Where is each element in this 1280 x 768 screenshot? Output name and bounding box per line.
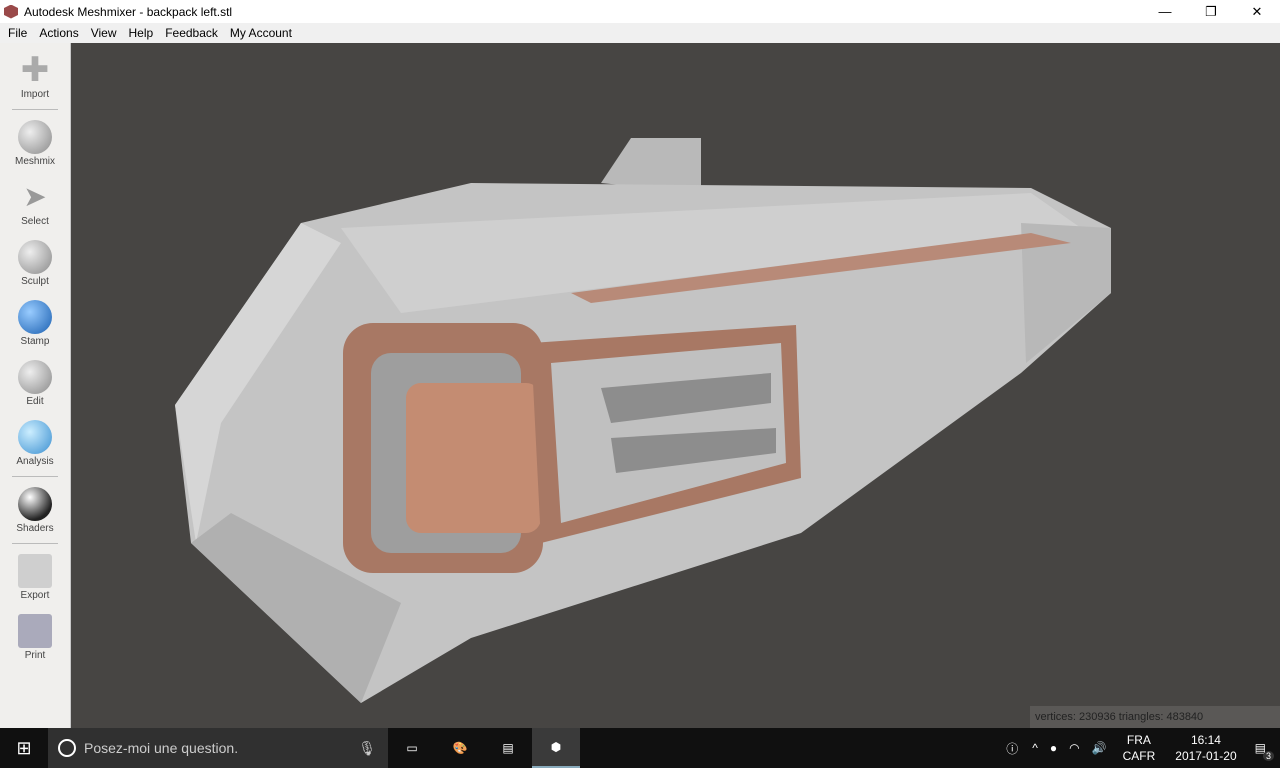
tool-label: Export	[20, 590, 50, 601]
tray-app-icon[interactable]: ●	[1050, 741, 1057, 755]
tool-label: Sculpt	[21, 276, 49, 287]
tool-edit[interactable]: Edit	[0, 360, 70, 407]
tool-stamp[interactable]: Stamp	[0, 300, 70, 347]
wifi-icon[interactable]: ◠	[1069, 741, 1079, 755]
windows-start-icon[interactable]: ⊞	[0, 728, 48, 768]
minimize-button[interactable]: —	[1142, 0, 1188, 23]
tool-shaders[interactable]: Shaders	[0, 487, 70, 534]
tool-label: Edit	[26, 396, 44, 407]
mesh-model	[175, 138, 1111, 703]
divider	[12, 476, 58, 477]
menu-my-account[interactable]: My Account	[224, 26, 298, 40]
meshmix-icon	[18, 120, 52, 154]
tool-label: Analysis	[16, 456, 54, 467]
arrow-icon: ➤	[23, 181, 47, 212]
menu-actions[interactable]: Actions	[33, 26, 84, 40]
help-icon[interactable]: ⓘ	[1006, 740, 1018, 757]
paint-app-icon[interactable]: 🎨	[436, 728, 484, 768]
window-title: Autodesk Meshmixer - backpack left.stl	[24, 4, 233, 19]
system-tray: ⓘ ^ ● ◠ 🔊 FRA CAFR 16:14 2017-01-20 ▤ 3	[998, 728, 1280, 768]
menu-help[interactable]: Help	[123, 26, 160, 40]
brush-icon	[18, 240, 52, 274]
notification-count: 3	[1262, 751, 1274, 761]
tool-print[interactable]: Print	[0, 614, 70, 661]
cortana-icon	[58, 739, 76, 757]
keyboard-layout: CAFR	[1122, 749, 1156, 763]
tool-analysis[interactable]: Analysis	[0, 420, 70, 467]
tool-select[interactable]: ➤ Select	[0, 180, 70, 227]
shader-sphere-icon	[18, 487, 52, 521]
divider	[12, 543, 58, 544]
meshmixer-app-icon[interactable]: ⬢	[532, 728, 580, 768]
search-placeholder: Posez-moi une question.	[84, 740, 239, 756]
tool-import[interactable]: ✚ Import	[0, 53, 70, 100]
tool-label: Import	[20, 89, 50, 100]
divider	[12, 109, 58, 110]
tool-sidebar: ✚ Import Meshmix ➤ Select Sculpt Stamp Edi…	[0, 43, 71, 728]
tool-sculpt[interactable]: Sculpt	[0, 240, 70, 287]
tool-label: Print	[24, 650, 46, 661]
winrar-app-icon[interactable]: ▤	[484, 728, 532, 768]
export-icon	[18, 554, 52, 588]
cortana-search[interactable]: Posez-moi une question. 🎙	[48, 728, 388, 768]
show-hidden-icons-chevron-icon[interactable]: ^	[1032, 741, 1038, 755]
tool-meshmix[interactable]: Meshmix	[0, 120, 70, 167]
tool-export[interactable]: Export	[0, 554, 70, 601]
title-bar: Autodesk Meshmixer - backpack left.stl —…	[0, 0, 1280, 23]
menu-bar: File Actions View Help Feedback My Accou…	[0, 23, 1280, 43]
taskbar: ⊞ Posez-moi une question. 🎙 ▭ 🎨 ▤ ⬢ ⓘ ^ ●…	[0, 728, 1280, 768]
time: 16:14	[1190, 733, 1221, 747]
edit-icon	[18, 360, 52, 394]
plus-icon: ✚	[20, 51, 50, 89]
3d-viewport[interactable]: vertices: 230936 triangles: 483840	[71, 43, 1280, 728]
tool-label: Stamp	[20, 336, 50, 347]
close-button[interactable]: ✕	[1234, 0, 1280, 23]
tool-label: Meshmix	[14, 156, 55, 167]
analysis-icon	[18, 420, 52, 454]
clock[interactable]: 16:14 2017-01-20	[1175, 732, 1236, 764]
tool-label: Select	[21, 216, 49, 227]
date: 2017-01-20	[1175, 749, 1237, 763]
action-center-icon[interactable]: ▤ 3	[1255, 741, 1274, 761]
menu-feedback[interactable]: Feedback	[159, 26, 224, 40]
tool-label: Shaders	[16, 523, 54, 534]
language-indicator[interactable]: FRA CAFR	[1123, 732, 1156, 764]
stamp-icon	[18, 300, 52, 334]
mesh-stats: vertices: 230936 triangles: 483840	[1030, 706, 1280, 728]
printer-icon	[18, 614, 52, 648]
menu-file[interactable]: File	[2, 26, 33, 40]
microphone-icon[interactable]: 🎙	[358, 740, 376, 757]
meshmixer-logo-icon	[4, 4, 18, 19]
menu-view[interactable]: View	[85, 26, 123, 40]
restore-button[interactable]: ❐	[1188, 0, 1234, 23]
language: FRA	[1126, 733, 1151, 747]
task-view-icon[interactable]: ▭	[388, 728, 436, 768]
volume-icon[interactable]: 🔊	[1092, 741, 1107, 755]
